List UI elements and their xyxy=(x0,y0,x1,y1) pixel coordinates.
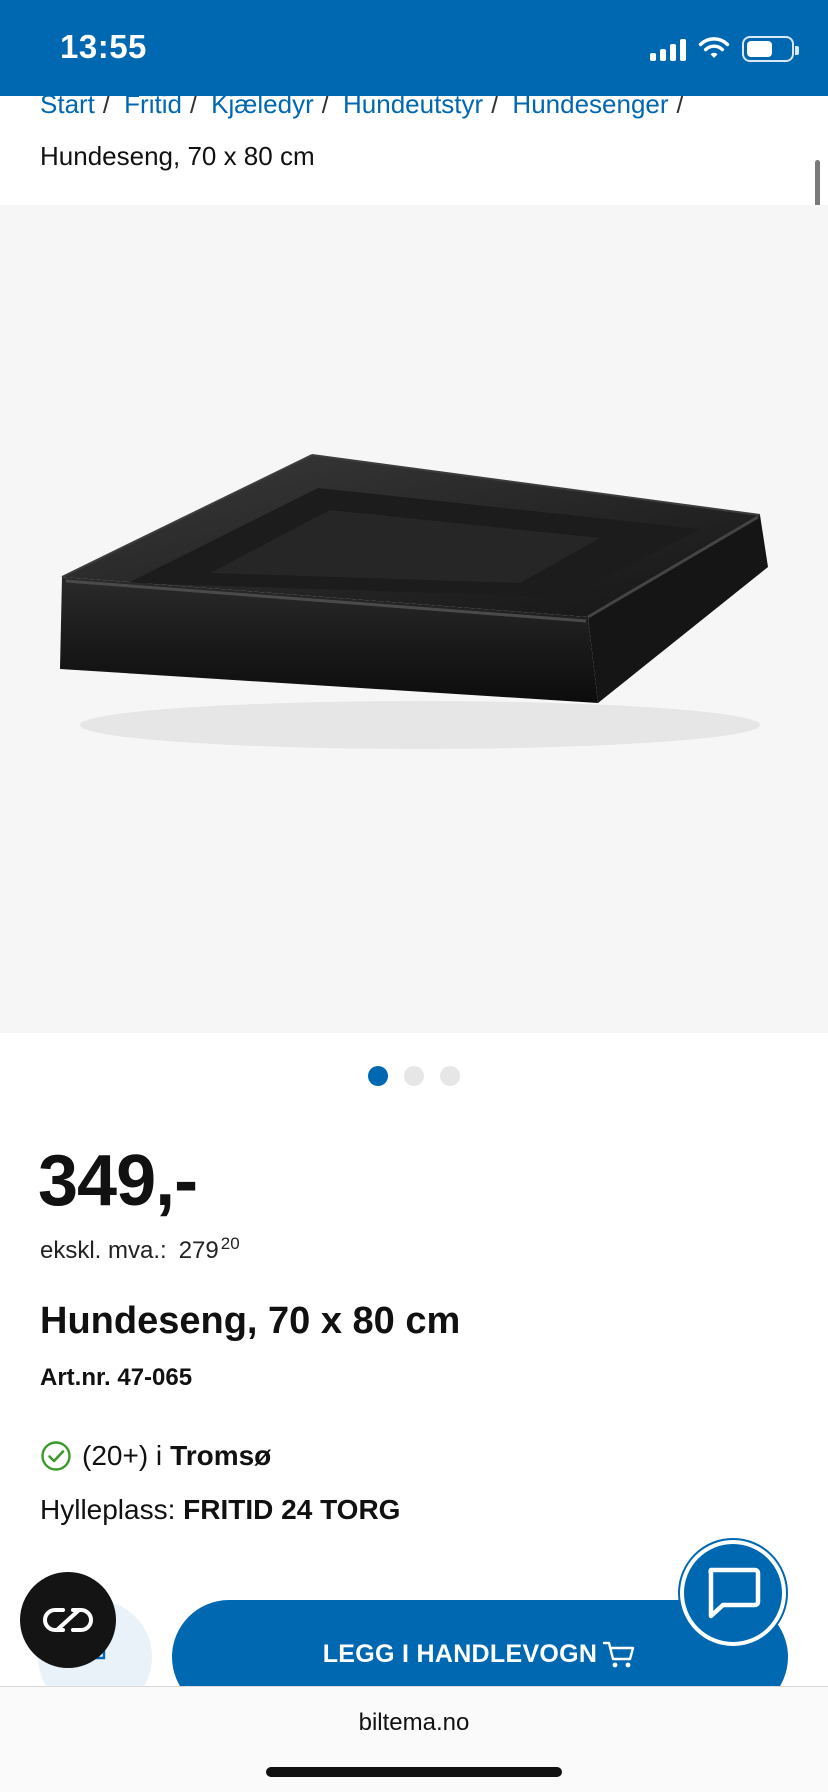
browser-url[interactable]: biltema.no xyxy=(0,1709,828,1737)
link-toggle-icon xyxy=(43,1608,93,1632)
stock-store: Tromsø xyxy=(170,1440,272,1471)
product-title: Hundeseng, 70 x 80 cm xyxy=(40,1300,461,1342)
gallery-dot-1[interactable] xyxy=(368,1066,388,1086)
product-price: 349,- xyxy=(38,1141,198,1221)
browser-address-bar[interactable]: biltema.no xyxy=(0,1686,828,1792)
stock-count: (20+) i xyxy=(82,1440,163,1471)
battery-icon xyxy=(742,36,799,62)
price-excl-vat: ekskl. mva.: 279 20 xyxy=(40,1234,240,1265)
shelf-label: Hylleplass: xyxy=(40,1494,176,1525)
vat-value: 279 xyxy=(178,1237,219,1264)
product-image-gallery[interactable] xyxy=(0,205,828,1033)
wifi-icon xyxy=(698,37,730,58)
chat-button[interactable] xyxy=(680,1540,786,1646)
shelf-value: FRITID 24 TORG xyxy=(183,1494,401,1525)
cart-icon xyxy=(602,1641,635,1668)
stock-status[interactable]: (20+) i Tromsø xyxy=(40,1440,271,1472)
check-circle-icon xyxy=(41,1441,71,1471)
article-number: Art.nr. 47-065 xyxy=(40,1364,193,1391)
chat-bubble-icon xyxy=(708,1567,761,1619)
add-to-cart-label: LEGG I HANDLEVOGN xyxy=(322,1640,598,1668)
gallery-dot-2[interactable] xyxy=(404,1066,424,1086)
shelf-location: Hylleplass: FRITID 24 TORG xyxy=(40,1494,400,1526)
status-time: 13:55 xyxy=(60,28,147,65)
vat-decimals: 20 xyxy=(220,1234,240,1253)
status-icons xyxy=(650,34,799,64)
cellular-signal-icon xyxy=(650,37,686,61)
gallery-dot-3[interactable] xyxy=(440,1066,460,1086)
breadcrumb-current: Hundeseng, 70 x 80 cm xyxy=(40,141,315,171)
accessibility-toggle-button[interactable] xyxy=(20,1572,116,1668)
status-bar: 13:55 xyxy=(0,0,828,96)
home-indicator[interactable] xyxy=(266,1767,562,1777)
product-image-dog-bed xyxy=(60,454,768,749)
vat-label: ekskl. mva.: xyxy=(40,1237,167,1264)
gallery-pagination xyxy=(0,1066,828,1086)
